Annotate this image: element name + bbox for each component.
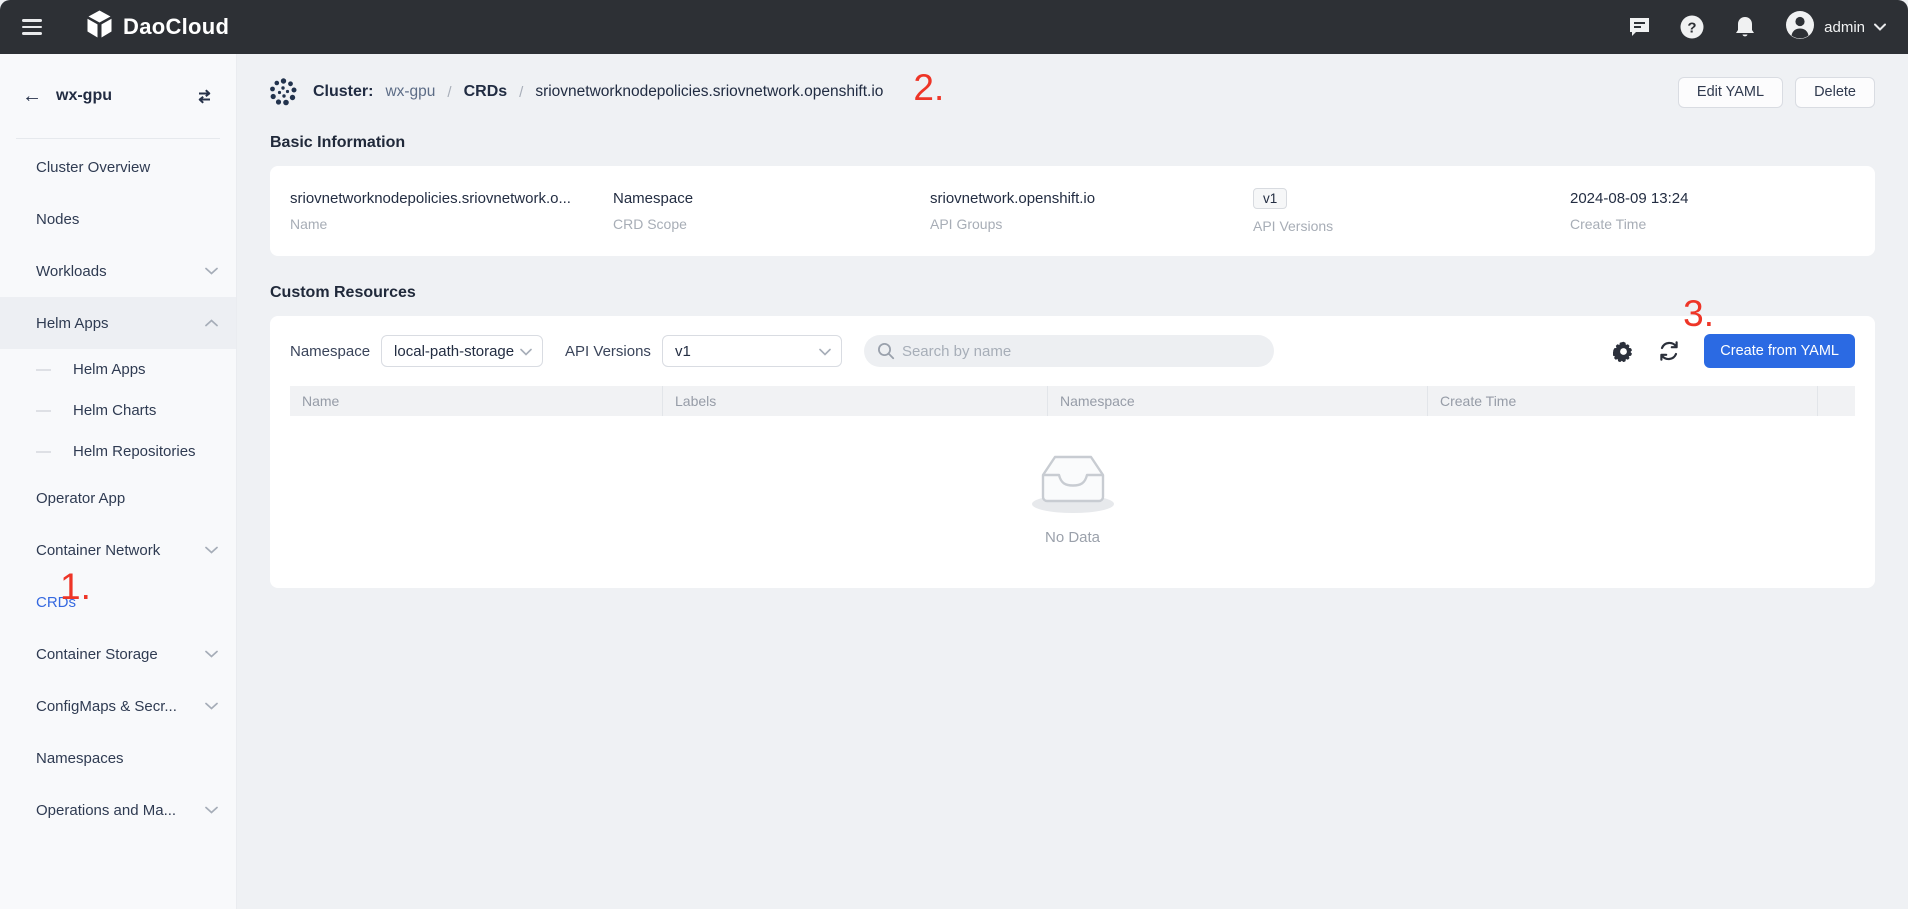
sidebar-item-helm-charts[interactable]: —Helm Charts <box>0 390 236 431</box>
daocloud-logo-icon <box>86 10 113 44</box>
column-header-create-time[interactable]: Create Time <box>1428 386 1818 416</box>
breadcrumb-cluster-link[interactable]: wx-gpu <box>385 83 435 101</box>
chevron-down-icon <box>520 343 532 360</box>
annotation-1: 1. <box>60 568 91 605</box>
edit-yaml-button[interactable]: Edit YAML <box>1678 77 1783 108</box>
api-versions-select[interactable]: v1 <box>662 335 842 367</box>
column-header-actions <box>1818 386 1855 416</box>
sidebar-item-operator-app[interactable]: Operator App <box>0 472 236 524</box>
app-window: DaoCloud ? admin <box>0 0 1908 909</box>
basic-information-title: Basic Information <box>270 134 1875 152</box>
breadcrumb-row: Cluster: wx-gpu / CRDs / sriovnetworknod… <box>270 54 1875 130</box>
table-header: Name Labels Namespace Create Time <box>290 386 1855 416</box>
namespace-filter-label: Namespace <box>290 343 370 360</box>
brand-logo[interactable]: DaoCloud <box>86 10 229 44</box>
breadcrumb: Cluster: wx-gpu / CRDs / sriovnetworknod… <box>270 74 1678 111</box>
basic-info-create-time: 2024-08-09 13:24 Create Time <box>1570 190 1688 232</box>
sidebar-item-configmaps-secrets[interactable]: ConfigMaps & Secr... <box>0 680 236 732</box>
sidebar-item-helm-apps-group[interactable]: Helm Apps <box>0 297 236 349</box>
filter-row: Namespace local-path-storage API Version… <box>290 334 1855 368</box>
custom-resources-card: 3. Namespace local-path-storage API Vers… <box>270 316 1875 588</box>
chat-icon[interactable] <box>1626 14 1652 40</box>
chevron-down-icon <box>205 650 218 658</box>
sidebar-nav: Cluster Overview Nodes Workloads Helm Ap… <box>0 139 236 836</box>
sidebar-item-operations[interactable]: Operations and Ma... <box>0 784 236 836</box>
column-header-labels[interactable]: Labels <box>663 386 1048 416</box>
create-from-yaml-button[interactable]: Create from YAML <box>1704 334 1855 368</box>
help-icon[interactable]: ? <box>1679 14 1705 40</box>
brand-name: DaoCloud <box>123 14 229 40</box>
chevron-down-icon <box>205 702 218 710</box>
sidebar-item-nodes[interactable]: Nodes <box>0 193 236 245</box>
notifications-bell-icon[interactable] <box>1732 14 1758 40</box>
basic-info-api-versions: v1 API Versions <box>1253 188 1570 234</box>
sidebar-item-cluster-overview[interactable]: Cluster Overview <box>0 141 236 193</box>
main-content: Cluster: wx-gpu / CRDs / sriovnetworknod… <box>237 54 1908 909</box>
topbar: DaoCloud ? admin <box>0 0 1908 54</box>
empty-inbox-icon <box>1024 442 1122 523</box>
sidebar-item-workloads[interactable]: Workloads <box>0 245 236 297</box>
delete-button[interactable]: Delete <box>1795 77 1875 108</box>
basic-information-card: sriovnetworknodepolicies.sriovnetwork.o.… <box>270 166 1875 256</box>
chevron-down-icon <box>819 343 831 360</box>
sidebar-item-helm-apps[interactable]: —Helm Apps <box>0 349 236 390</box>
api-version-tag: v1 <box>1253 188 1287 209</box>
sidebar-cluster-name: wx-gpu <box>56 87 181 105</box>
empty-state-label: No Data <box>1045 529 1100 546</box>
chevron-down-icon <box>205 546 218 554</box>
chevron-down-icon <box>205 806 218 814</box>
user-menu[interactable]: admin <box>1785 10 1886 45</box>
switch-cluster-icon[interactable] <box>195 88 214 105</box>
search-input[interactable] <box>864 335 1274 367</box>
refresh-icon[interactable] <box>1658 340 1680 362</box>
sidebar-item-crds[interactable]: CRDs 1. <box>0 576 236 628</box>
sidebar-item-container-storage[interactable]: Container Storage <box>0 628 236 680</box>
empty-state: No Data <box>290 442 1855 546</box>
breadcrumb-current: sriovnetworknodepolicies.sriovnetwork.op… <box>535 83 883 101</box>
basic-info-api-groups: sriovnetwork.openshift.io API Groups <box>930 190 1253 232</box>
column-header-name[interactable]: Name <box>290 386 663 416</box>
basic-info-crd-scope: Namespace CRD Scope <box>613 190 930 232</box>
svg-text:?: ? <box>1688 20 1697 37</box>
annotation-2: 2. <box>913 69 944 106</box>
chevron-down-icon <box>1874 18 1886 36</box>
cluster-dots-icon <box>270 78 297 107</box>
chevron-down-icon <box>205 267 218 275</box>
sidebar-item-namespaces[interactable]: Namespaces <box>0 732 236 784</box>
sidebar: ← wx-gpu Cluster Overview Nodes Workload… <box>0 54 237 909</box>
search-icon <box>877 342 895 365</box>
namespace-select[interactable]: local-path-storage <box>381 335 543 367</box>
back-arrow-icon[interactable]: ← <box>22 86 42 106</box>
settings-gear-icon[interactable] <box>1613 341 1634 362</box>
sidebar-item-helm-repositories[interactable]: —Helm Repositories <box>0 431 236 472</box>
column-header-namespace[interactable]: Namespace <box>1048 386 1428 416</box>
chevron-up-icon <box>205 319 218 327</box>
sidebar-item-container-network[interactable]: Container Network <box>0 524 236 576</box>
basic-info-name: sriovnetworknodepolicies.sriovnetwork.o.… <box>290 190 613 232</box>
custom-resources-title: Custom Resources <box>270 284 1875 302</box>
username-label: admin <box>1824 19 1865 36</box>
breadcrumb-crds-link[interactable]: CRDs <box>464 83 508 101</box>
api-versions-filter-label: API Versions <box>565 343 651 360</box>
annotation-3: 3. <box>1683 295 1714 332</box>
breadcrumb-cluster-label: Cluster: <box>313 83 373 101</box>
menu-icon[interactable] <box>22 19 42 35</box>
avatar-icon <box>1785 10 1815 45</box>
